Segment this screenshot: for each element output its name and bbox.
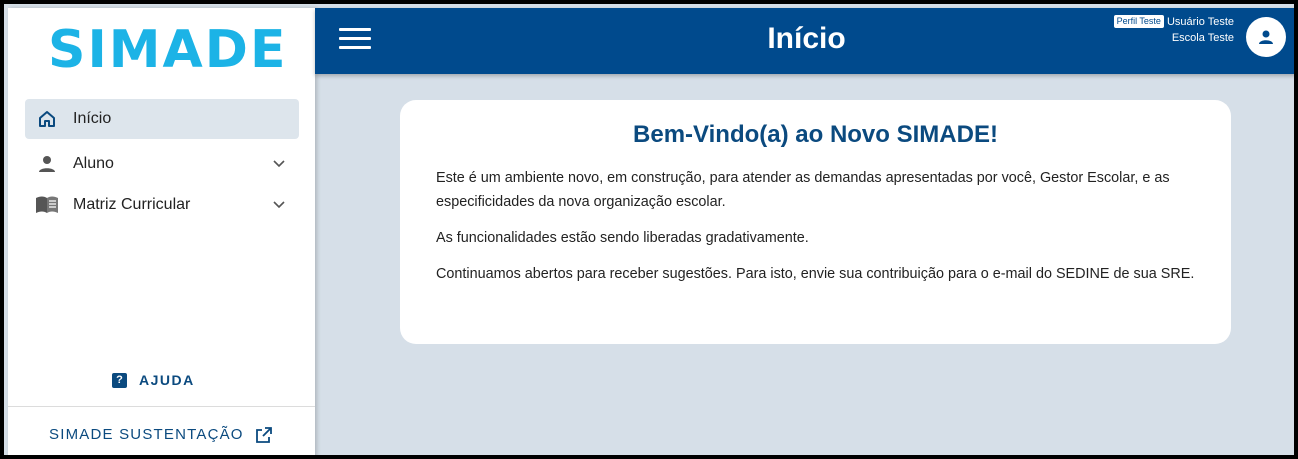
sidebar-item-label: Matriz Curricular	[73, 196, 191, 213]
book-icon	[35, 193, 59, 217]
welcome-card: Bem-Vindo(a) ao Novo SIMADE! Este é um a…	[400, 100, 1231, 344]
simade-logo[interactable]: SIMADE	[48, 22, 287, 78]
sidebar-item-matriz-curricular[interactable]: Matriz Curricular	[25, 185, 299, 225]
person-icon	[35, 152, 59, 176]
divider	[8, 406, 315, 407]
welcome-paragraph: As funcionalidades estão sendo liberadas…	[436, 230, 809, 246]
simade-sustentacao-link[interactable]: SIMADE SUSTENTAÇÃO	[49, 426, 272, 443]
help-label: AJUDA	[139, 372, 195, 388]
sustentacao-label: SIMADE SUSTENTAÇÃO	[49, 426, 244, 443]
user-info: Perfil Teste Usuário Teste Escola Teste	[1113, 14, 1234, 46]
top-app-bar: Início Perfil Teste Usuário Teste Escola …	[315, 8, 1294, 74]
chevron-down-icon[interactable]	[267, 152, 291, 176]
user-name: Usuário Teste	[1166, 16, 1234, 28]
chevron-down-icon[interactable]	[267, 193, 291, 217]
sidebar: SIMADE Início Aluno Matriz Curricular ? …	[8, 8, 315, 455]
home-icon	[35, 107, 59, 131]
welcome-heading: Bem-Vindo(a) ao Novo SIMADE!	[633, 121, 998, 148]
welcome-paragraph: Este é um ambiente novo, em construção, …	[436, 170, 1170, 210]
sidebar-item-label: Aluno	[73, 155, 114, 172]
welcome-paragraph: Continuamos abertos para receber sugestõ…	[436, 266, 1195, 282]
sidebar-item-label: Início	[73, 110, 112, 127]
user-avatar-icon	[1259, 30, 1273, 44]
app-window: SIMADE Início Aluno Matriz Curricular ? …	[0, 0, 1298, 459]
help-icon: ?	[112, 372, 127, 388]
avatar[interactable]	[1246, 17, 1286, 57]
school-name: Escola Teste	[1171, 32, 1234, 44]
sidebar-item-inicio[interactable]: Início	[25, 99, 299, 139]
external-link-icon	[255, 426, 272, 443]
sidebar-item-aluno[interactable]: Aluno	[25, 144, 299, 184]
help-button[interactable]: ? AJUDA	[112, 372, 195, 388]
profile-badge: Perfil Teste	[1113, 15, 1164, 28]
